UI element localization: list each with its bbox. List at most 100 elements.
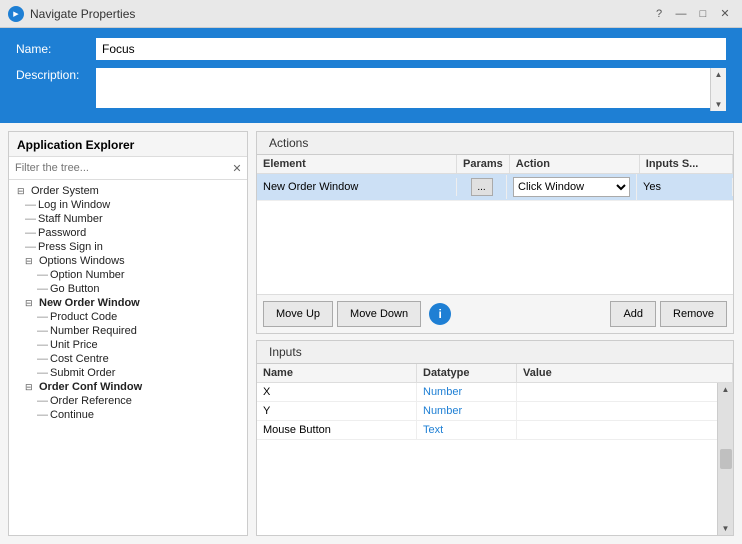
tree-label: Continue (50, 409, 94, 421)
tree-label: Unit Price (50, 339, 98, 351)
description-input[interactable] (96, 68, 710, 108)
td-action: Click Window Navigate Focus Type Text (507, 174, 637, 200)
close-button[interactable]: ✕ (716, 5, 734, 23)
inputs-row-y[interactable]: Y Number (257, 402, 733, 421)
tree-item-login-window[interactable]: — Log in Window (9, 198, 247, 212)
input-name-mouse-button: Mouse Button (257, 421, 417, 439)
tree-label: Order System (31, 185, 99, 197)
dash-icon: — (25, 227, 36, 239)
tree-item-number-required[interactable]: — Number Required (9, 324, 247, 338)
tree-label: Option Number (50, 269, 125, 281)
remove-button[interactable]: Remove (660, 301, 727, 327)
actions-tab[interactable]: Actions (257, 132, 733, 155)
dialog-header: Name: Description: ▲ ▼ (0, 28, 742, 123)
tree-item-order-conf-window[interactable]: ⊟ Order Conf Window (9, 380, 247, 394)
main-dialog: Name: Description: ▲ ▼ Application Explo… (0, 28, 742, 544)
inputs-tab: Inputs (257, 341, 733, 364)
tree-item-press-sign-in[interactable]: — Press Sign in (9, 240, 247, 254)
explorer-title: Application Explorer (9, 132, 247, 157)
dialog-body: Application Explorer ✕ ⊟ Order System — … (0, 123, 742, 544)
scroll-up[interactable]: ▲ (722, 385, 730, 394)
tree-item-continue[interactable]: — Continue (9, 408, 247, 422)
dash-icon: — (37, 325, 48, 337)
help-button[interactable]: ? (650, 5, 668, 23)
input-value-mouse-button (517, 427, 733, 433)
action-buttons-bar: Move Up Move Down i Add Remove (257, 294, 733, 333)
move-up-button[interactable]: Move Up (263, 301, 333, 327)
dash-icon: — (37, 311, 48, 323)
tree-item-new-order-window[interactable]: ⊟ New Order Window (9, 296, 247, 310)
window-controls: ? — □ ✕ (650, 5, 734, 23)
description-label: Description: (16, 68, 96, 82)
dash-icon: — (37, 367, 48, 379)
actions-table-body: New Order Window ... Click Window Naviga… (257, 174, 733, 294)
tree-item-go-button[interactable]: — Go Button (9, 282, 247, 296)
input-datatype-x: Number (417, 383, 517, 401)
scroll-down[interactable]: ▼ (722, 524, 730, 533)
maximize-button[interactable]: □ (694, 5, 712, 23)
table-row[interactable]: New Order Window ... Click Window Naviga… (257, 174, 733, 201)
actions-tab-label: Actions (269, 136, 308, 150)
tree-label: Password (38, 227, 86, 239)
filter-clear-button[interactable]: ✕ (227, 157, 247, 179)
tree-item-options-windows[interactable]: ⊟ Options Windows (9, 254, 247, 268)
tree-label: Options Windows (39, 255, 125, 267)
tree-label: Product Code (50, 311, 117, 323)
tree-item-product-code[interactable]: — Product Code (9, 310, 247, 324)
description-scrollbar[interactable]: ▲ ▼ (710, 68, 726, 111)
tree-item-option-number[interactable]: — Option Number (9, 268, 247, 282)
tree-label: Press Sign in (38, 241, 103, 253)
scroll-thumb (720, 449, 732, 469)
inputs-scrollbar[interactable]: ▲ ▼ (717, 383, 733, 535)
col-action: Action (510, 155, 640, 173)
tree-item-staff-number[interactable]: — Staff Number (9, 212, 247, 226)
add-button[interactable]: Add (610, 301, 656, 327)
inputs-row-x[interactable]: X Number (257, 383, 733, 402)
filter-bar: ✕ (9, 157, 247, 180)
minimize-button[interactable]: — (672, 5, 690, 23)
inputs-col-datatype: Datatype (417, 364, 517, 382)
window-title: Navigate Properties (30, 7, 135, 21)
info-icon[interactable]: i (429, 303, 451, 325)
title-bar: Navigate Properties ? — □ ✕ (0, 0, 742, 28)
action-select[interactable]: Click Window Navigate Focus Type Text (513, 177, 630, 197)
dash-icon: — (25, 213, 36, 225)
inputs-row-mouse-button[interactable]: Mouse Button Text (257, 421, 733, 440)
description-field-row: Description: ▲ ▼ (16, 68, 726, 111)
tree-item-password[interactable]: — Password (9, 226, 247, 240)
tree-label: Staff Number (38, 213, 103, 225)
inputs-col-value: Value (517, 364, 733, 382)
tree-view: ⊟ Order System — Log in Window — Staff N… (9, 180, 247, 535)
input-name-x: X (257, 383, 417, 401)
tree-item-order-reference[interactable]: — Order Reference (9, 394, 247, 408)
inputs-table-header: Name Datatype Value (257, 364, 733, 383)
dash-icon: — (37, 339, 48, 351)
input-value-x (517, 389, 733, 395)
params-button[interactable]: ... (471, 178, 493, 196)
tree-label: Order Reference (50, 395, 132, 407)
expand-icon: ⊟ (17, 186, 31, 197)
move-down-button[interactable]: Move Down (337, 301, 421, 327)
scroll-up-arrow[interactable]: ▲ (711, 68, 726, 81)
input-name-y: Y (257, 402, 417, 420)
tree-item-cost-centre[interactable]: — Cost Centre (9, 352, 247, 366)
expand-icon: ⊟ (25, 256, 39, 267)
dash-icon: — (37, 353, 48, 365)
expand-icon: ⊟ (25, 382, 39, 393)
tree-item-order-system[interactable]: ⊟ Order System (9, 184, 247, 198)
filter-input[interactable] (9, 157, 227, 179)
input-value-y (517, 408, 733, 414)
tree-item-submit-order[interactable]: — Submit Order (9, 366, 247, 380)
td-inputs-s: Yes (637, 178, 733, 196)
tree-label: Cost Centre (50, 353, 109, 365)
inputs-col-name: Name (257, 364, 417, 382)
name-input[interactable] (96, 38, 726, 60)
tree-item-unit-price[interactable]: — Unit Price (9, 338, 247, 352)
name-label: Name: (16, 42, 96, 56)
description-wrapper: ▲ ▼ (96, 68, 726, 111)
inputs-section-label: Inputs (269, 345, 302, 359)
scroll-down-arrow[interactable]: ▼ (711, 98, 726, 111)
actions-table-header: Element Params Action Inputs S... (257, 155, 733, 174)
app-icon (8, 6, 24, 22)
expand-icon: ⊟ (25, 298, 39, 309)
